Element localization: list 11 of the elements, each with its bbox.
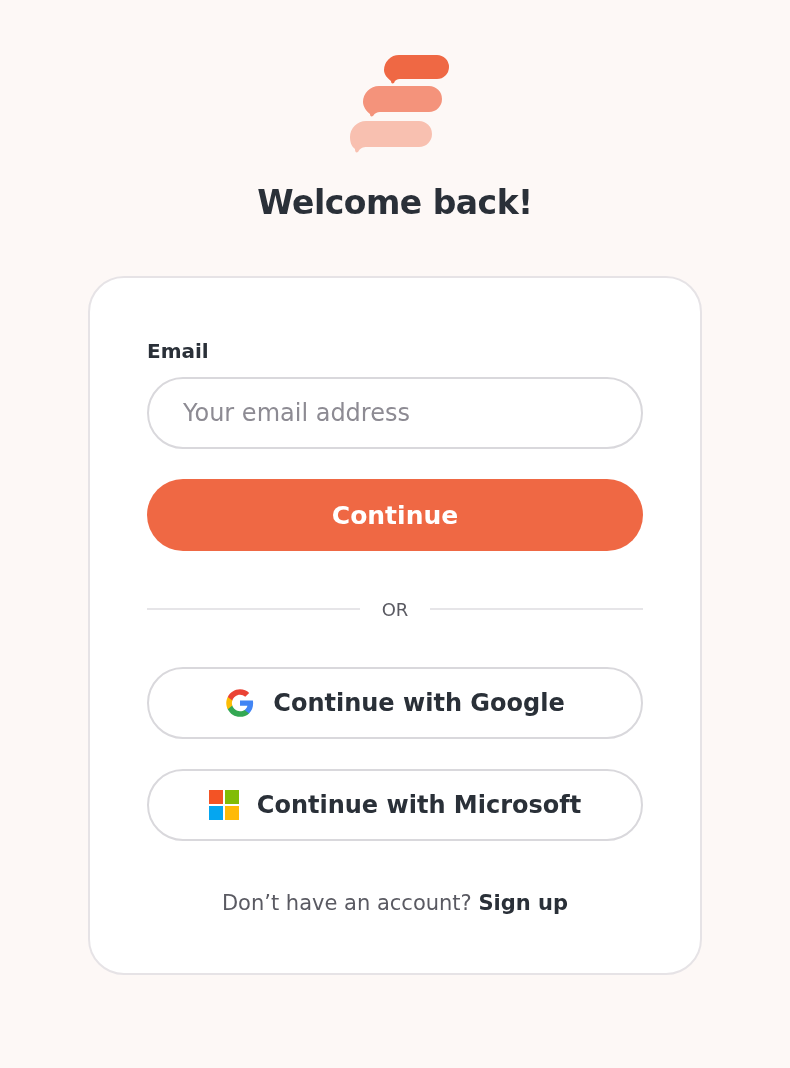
microsoft-icon: [208, 790, 239, 820]
logo-icon: [349, 55, 451, 153]
email-field[interactable]: Your email address: [147, 377, 643, 449]
google-icon: [225, 688, 256, 718]
divider-text: OR: [380, 598, 410, 620]
page-title: Welcome back!: [257, 182, 533, 224]
microsoft-button[interactable]: Continue with Microsoft: [147, 769, 643, 841]
field-label: Email: [147, 338, 210, 364]
signup-link[interactable]: Sign up: [478, 891, 569, 915]
signup-prompt: Don’t have an account?: [221, 891, 472, 915]
google-button[interactable]: Continue with Google: [147, 667, 643, 739]
